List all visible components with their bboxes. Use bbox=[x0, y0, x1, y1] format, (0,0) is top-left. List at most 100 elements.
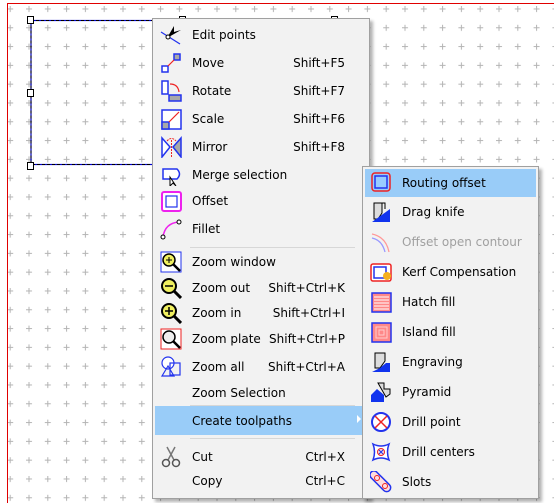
menu-item-edit-points[interactable]: Edit points bbox=[155, 22, 367, 48]
menu-item-zoom-plate[interactable]: Zoom plate Shift+Ctrl+P bbox=[155, 326, 367, 352]
menu-item-label: Island fill bbox=[402, 325, 456, 339]
offset-icon bbox=[161, 191, 182, 212]
menu-item-label: Edit points bbox=[192, 28, 256, 42]
menu-item-shortcut: Shift+F7 bbox=[293, 84, 345, 98]
menu-item-pyramid[interactable]: Pyramid bbox=[365, 379, 536, 405]
menu-item-scale[interactable]: Scale Shift+F6 bbox=[155, 106, 367, 132]
menu-item-drill-centers[interactable]: Drill centers bbox=[365, 439, 536, 465]
menu-item-copy[interactable]: Copy Ctrl+C bbox=[155, 468, 367, 494]
drag-knife-icon bbox=[372, 202, 390, 222]
mirror-icon bbox=[161, 136, 182, 158]
submenu-arrow-icon bbox=[357, 415, 361, 423]
menu-separator bbox=[190, 438, 355, 439]
island-fill-icon bbox=[371, 322, 392, 343]
menu-item-rotate[interactable]: Rotate Shift+F7 bbox=[155, 78, 367, 104]
fillet-icon bbox=[160, 219, 182, 240]
menu-item-merge-selection[interactable]: Merge selection bbox=[155, 162, 367, 188]
merge-selection-icon bbox=[162, 168, 181, 186]
menu-item-label: Zoom window bbox=[192, 255, 276, 269]
move-icon bbox=[161, 53, 181, 73]
menu-item-label: Merge selection bbox=[192, 168, 288, 182]
drill-point-icon bbox=[371, 412, 391, 432]
scale-icon bbox=[161, 109, 182, 130]
menu-item-routing-offset[interactable]: Routing offset bbox=[365, 169, 536, 197]
menu-item-drill-point[interactable]: Drill point bbox=[365, 409, 536, 435]
menu-item-move[interactable]: Move Shift+F5 bbox=[155, 50, 367, 76]
menu-item-label: Fillet bbox=[192, 222, 221, 236]
menu-item-shortcut: Shift+F5 bbox=[293, 56, 345, 70]
menu-item-label: Zoom in bbox=[192, 306, 242, 320]
menu-item-create-toolpaths[interactable]: Create toolpaths bbox=[155, 406, 367, 435]
create-toolpaths-submenu: Routing offset Drag knife Offset open cont… bbox=[362, 166, 539, 499]
menu-item-drag-knife[interactable]: Drag knife bbox=[365, 199, 536, 225]
menu-item-shortcut: Ctrl+X bbox=[305, 450, 345, 464]
scissors-icon bbox=[161, 446, 181, 468]
hatch-fill-icon bbox=[371, 292, 392, 313]
pyramid-icon bbox=[371, 382, 391, 402]
menu-item-zoom-in[interactable]: Zoom in Shift+Ctrl+I bbox=[155, 300, 367, 326]
menu-separator bbox=[190, 247, 355, 248]
zoom-in-icon bbox=[161, 303, 182, 324]
menu-item-shortcut: Shift+Ctrl+K bbox=[268, 281, 345, 295]
menu-item-fillet[interactable]: Fillet bbox=[155, 216, 367, 242]
menu-item-mirror[interactable]: Mirror Shift+F8 bbox=[155, 134, 367, 160]
menu-item-label: Create toolpaths bbox=[192, 413, 292, 428]
menu-item-zoom-selection[interactable]: Zoom Selection bbox=[155, 380, 367, 406]
menu-item-label: Slots bbox=[402, 475, 432, 489]
zoom-plate-icon bbox=[160, 328, 182, 350]
menu-item-engraving[interactable]: Engraving bbox=[365, 349, 536, 375]
menu-item-shortcut: Shift+F8 bbox=[293, 140, 345, 154]
menu-item-offset[interactable]: Offset bbox=[155, 188, 367, 214]
menu-item-label: Zoom all bbox=[192, 360, 245, 374]
menu-item-label: Zoom plate bbox=[192, 332, 261, 346]
menu-item-label: Offset open contour bbox=[402, 235, 522, 249]
menu-item-island-fill[interactable]: Island fill bbox=[365, 319, 536, 345]
routing-offset-icon bbox=[371, 172, 391, 192]
menu-item-label: Zoom Selection bbox=[192, 386, 286, 400]
menu-item-label: Zoom out bbox=[192, 281, 251, 295]
menu-item-label: Scale bbox=[192, 112, 225, 126]
menu-item-label: Mirror bbox=[192, 140, 228, 154]
menu-item-label: Hatch fill bbox=[402, 295, 456, 309]
menu-item-offset-open-contour: Offset open contour bbox=[365, 229, 536, 255]
menu-item-label: Kerf Compensation bbox=[402, 265, 517, 279]
menu-item-label: Drag knife bbox=[402, 205, 465, 219]
menu-item-shortcut: Shift+Ctrl+P bbox=[269, 332, 345, 346]
menu-item-shortcut: Shift+Ctrl+A bbox=[268, 360, 345, 374]
menu-item-label: Routing offset bbox=[402, 176, 486, 190]
selection-handle[interactable] bbox=[27, 89, 34, 97]
context-menu: Edit points Move Shift+F5 Rotate Shift+F7 Sca… bbox=[152, 18, 370, 499]
menu-item-label: Offset bbox=[192, 194, 229, 208]
menu-item-cut[interactable]: Cut Ctrl+X bbox=[155, 444, 367, 470]
edit-points-icon bbox=[160, 26, 181, 45]
slots-icon bbox=[370, 471, 392, 493]
menu-item-label: Cut bbox=[192, 450, 213, 464]
menu-item-label: Rotate bbox=[192, 84, 232, 98]
menu-item-label: Copy bbox=[192, 474, 223, 488]
drill-centers-icon bbox=[371, 442, 391, 462]
offset-open-contour-icon bbox=[371, 233, 390, 253]
selection-handle[interactable] bbox=[27, 16, 34, 24]
zoom-all-icon bbox=[160, 356, 181, 377]
menu-item-zoom-out[interactable]: Zoom out Shift+Ctrl+K bbox=[155, 275, 367, 301]
selection-handle[interactable] bbox=[27, 162, 34, 170]
menu-item-label: Engraving bbox=[402, 355, 463, 369]
rotate-icon bbox=[161, 80, 182, 102]
kerf-compensation-icon bbox=[370, 263, 392, 282]
menu-item-label: Drill centers bbox=[402, 445, 475, 459]
menu-item-label: Pyramid bbox=[402, 385, 452, 399]
menu-item-slots[interactable]: Slots bbox=[365, 469, 536, 495]
menu-item-label: Drill point bbox=[402, 415, 461, 429]
menu-item-zoom-all[interactable]: Zoom all Shift+Ctrl+A bbox=[155, 354, 367, 380]
menu-item-kerf-compensation[interactable]: Kerf Compensation bbox=[365, 259, 536, 285]
menu-separator bbox=[190, 405, 355, 406]
menu-item-shortcut: Shift+F6 bbox=[293, 112, 345, 126]
engraving-icon bbox=[372, 352, 390, 372]
menu-item-zoom-window[interactable]: Zoom window bbox=[155, 249, 367, 275]
menu-item-shortcut: Ctrl+C bbox=[305, 474, 345, 488]
menu-item-hatch-fill[interactable]: Hatch fill bbox=[365, 289, 536, 315]
menu-item-label: Move bbox=[192, 56, 225, 70]
zoom-out-icon bbox=[161, 278, 182, 299]
menu-item-shortcut: Shift+Ctrl+I bbox=[272, 306, 345, 320]
zoom-window-icon bbox=[160, 251, 182, 273]
